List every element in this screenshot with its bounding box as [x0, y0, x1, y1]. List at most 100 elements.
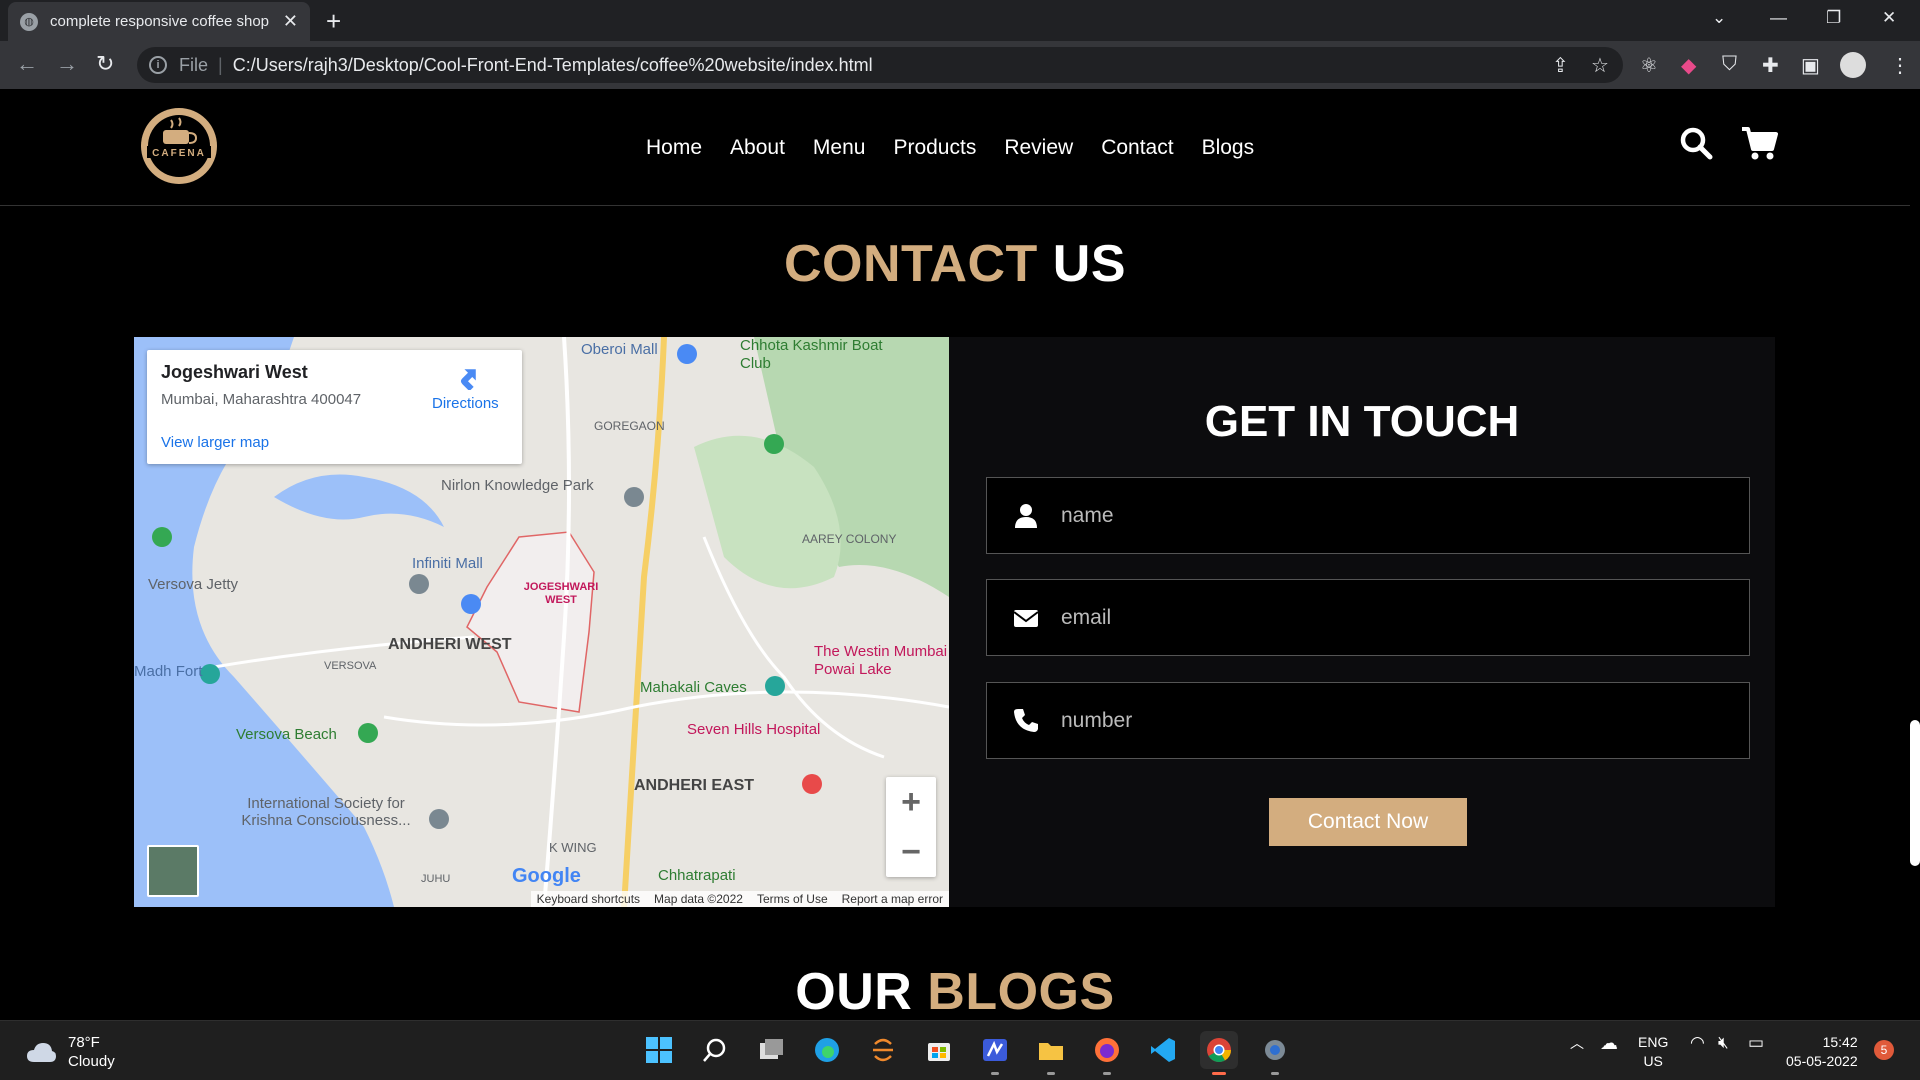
user-icon: [1015, 503, 1037, 528]
share-icon[interactable]: ⇪: [1552, 53, 1569, 78]
browser-menu-icon[interactable]: ⋮: [1890, 53, 1910, 78]
keyboard-shortcuts-link[interactable]: Keyboard shortcuts: [537, 892, 640, 906]
map-label-nirlon: Nirlon Knowledge Park: [441, 477, 594, 494]
nav-review[interactable]: Review: [1004, 136, 1073, 160]
start-button[interactable]: [640, 1031, 678, 1069]
contact-now-button[interactable]: Contact Now: [1269, 798, 1467, 846]
nav-menu[interactable]: Menu: [813, 136, 866, 160]
view-larger-map-link[interactable]: View larger map: [161, 434, 269, 451]
contact-form: GET IN TOUCH Contact Now: [949, 337, 1775, 907]
zoom-control: + −: [886, 777, 936, 877]
satellite-toggle[interactable]: [147, 845, 199, 897]
zoom-out-button[interactable]: −: [886, 827, 936, 877]
cafena-logo[interactable]: CAFENA: [133, 106, 225, 186]
map-label-versova: VERSOVA: [324, 660, 377, 672]
google-logo-text: Google: [512, 865, 581, 887]
report-error-link[interactable]: Report a map error: [842, 892, 943, 906]
number-input[interactable]: [1061, 708, 1721, 733]
file-explorer-app[interactable]: [1032, 1031, 1070, 1075]
taskbar-search[interactable]: [696, 1031, 734, 1069]
onedrive-icon[interactable]: ☁: [1600, 1033, 1618, 1054]
nav-products[interactable]: Products: [893, 136, 976, 160]
firefox-icon: [1095, 1038, 1119, 1062]
browser-tab-bar: ◍ complete responsive coffee shop ✕ + ⌄ …: [0, 0, 1920, 41]
chrome-app[interactable]: [1200, 1031, 1238, 1075]
running-indicator: [1103, 1072, 1111, 1075]
email-field-wrapper: [986, 579, 1750, 656]
new-tab-button[interactable]: +: [326, 6, 341, 37]
running-indicator: [1212, 1072, 1226, 1075]
map-label-oberoi: Oberoi Mall: [581, 341, 658, 358]
eclipse-app[interactable]: [864, 1031, 902, 1069]
page-scrollbar[interactable]: [1910, 720, 1920, 866]
reload-icon[interactable]: ↻: [96, 51, 114, 77]
back-icon[interactable]: ←: [16, 51, 38, 77]
cart-icon[interactable]: [1740, 125, 1778, 161]
map-label-mahakali: Mahakali Caves: [640, 679, 747, 696]
system-clock[interactable]: 15:42 05-05-2022: [1786, 1033, 1858, 1071]
map-label-infiniti: Infiniti Mall: [412, 555, 483, 572]
map-label-iskcon: International Society for Krishna Consci…: [241, 795, 411, 829]
windows-logo-icon: [646, 1037, 672, 1063]
firefox-app[interactable]: [1088, 1031, 1126, 1075]
map-label-seven-hills: Seven Hills Hospital: [687, 721, 821, 738]
profile-avatar[interactable]: [1840, 52, 1866, 78]
nav-blogs[interactable]: Blogs: [1202, 136, 1255, 160]
directions-icon[interactable]: [455, 364, 481, 390]
search-icon[interactable]: [1678, 125, 1714, 161]
language-indicator[interactable]: ENG US: [1638, 1033, 1668, 1071]
eclipse-icon: [873, 1038, 893, 1062]
nav-about[interactable]: About: [730, 136, 785, 160]
tray-chevron-icon[interactable]: ︿: [1570, 1033, 1584, 1053]
address-bar[interactable]: i File | C:/Users/rajh3/Desktop/Cool-Fro…: [137, 47, 1623, 83]
close-tab-icon[interactable]: ✕: [283, 11, 298, 32]
restore-icon[interactable]: ❐: [1826, 8, 1841, 28]
nav-home[interactable]: Home: [646, 136, 702, 160]
search-icon: [703, 1038, 726, 1062]
weather-temp: 78°F: [68, 1034, 100, 1051]
task-view[interactable]: [752, 1031, 790, 1069]
settings-app[interactable]: [1256, 1031, 1294, 1075]
name-input[interactable]: [1061, 503, 1721, 528]
map-label-goregaon: GOREGAON: [594, 419, 665, 433]
clock-time: 15:42: [1822, 1034, 1858, 1050]
visual-studio-icon: [983, 1039, 1007, 1061]
visual-studio-app[interactable]: [976, 1031, 1014, 1075]
vscode-app[interactable]: [1144, 1031, 1182, 1069]
shield-icon[interactable]: ⛉: [1722, 53, 1737, 76]
email-input[interactable]: [1061, 605, 1721, 630]
place-card: Jogeshwari West Mumbai, Maharashtra 4000…: [147, 350, 522, 464]
browser-tab[interactable]: ◍ complete responsive coffee shop ✕: [8, 2, 310, 41]
contact-heading: CONTACT US: [0, 234, 1910, 294]
edge-app[interactable]: [808, 1031, 846, 1069]
store-app[interactable]: [920, 1031, 958, 1069]
region-code: US: [1643, 1053, 1663, 1069]
embedded-map[interactable]: Oberoi Mall Chhota Kashmir Boat Club GOR…: [134, 337, 949, 907]
info-icon[interactable]: i: [149, 56, 167, 74]
directions-link[interactable]: Directions: [432, 395, 499, 412]
minimize-icon[interactable]: —: [1770, 8, 1787, 28]
tab-search-icon[interactable]: ⌄: [1712, 8, 1726, 28]
url-divider: |: [218, 54, 223, 75]
place-title: Jogeshwari West: [161, 362, 308, 382]
react-devtools-icon[interactable]: ⚛: [1640, 53, 1658, 78]
terms-link[interactable]: Terms of Use: [757, 892, 828, 906]
url-text[interactable]: C:/Users/rajh3/Desktop/Cool-Front-End-Te…: [233, 55, 873, 76]
wifi-icon[interactable]: ◠: [1690, 1033, 1705, 1053]
extensions-icon[interactable]: ✚: [1762, 53, 1779, 78]
weather-widget[interactable]: 78°F Cloudy: [26, 1033, 115, 1071]
running-indicator: [1271, 1072, 1279, 1075]
bookmark-star-icon[interactable]: ☆: [1591, 53, 1609, 78]
notification-badge[interactable]: 5: [1874, 1040, 1894, 1060]
side-panel-icon[interactable]: ▣: [1801, 53, 1820, 78]
nav-contact[interactable]: Contact: [1101, 136, 1173, 160]
blogs-heading-accent: BLOGS: [927, 963, 1115, 1021]
forward-icon[interactable]: →: [56, 51, 78, 77]
map-label-versova-beach: Versova Beach: [236, 726, 337, 743]
window-close-icon[interactable]: ✕: [1882, 8, 1896, 28]
volume-muted-icon[interactable]: 🔇︎: [1718, 1033, 1729, 1053]
zoom-in-button[interactable]: +: [886, 777, 936, 827]
color-picker-icon[interactable]: ◆: [1681, 53, 1696, 78]
map-label-versova-jetty: Versova Jetty: [148, 576, 239, 593]
battery-icon[interactable]: ▭: [1748, 1033, 1764, 1053]
